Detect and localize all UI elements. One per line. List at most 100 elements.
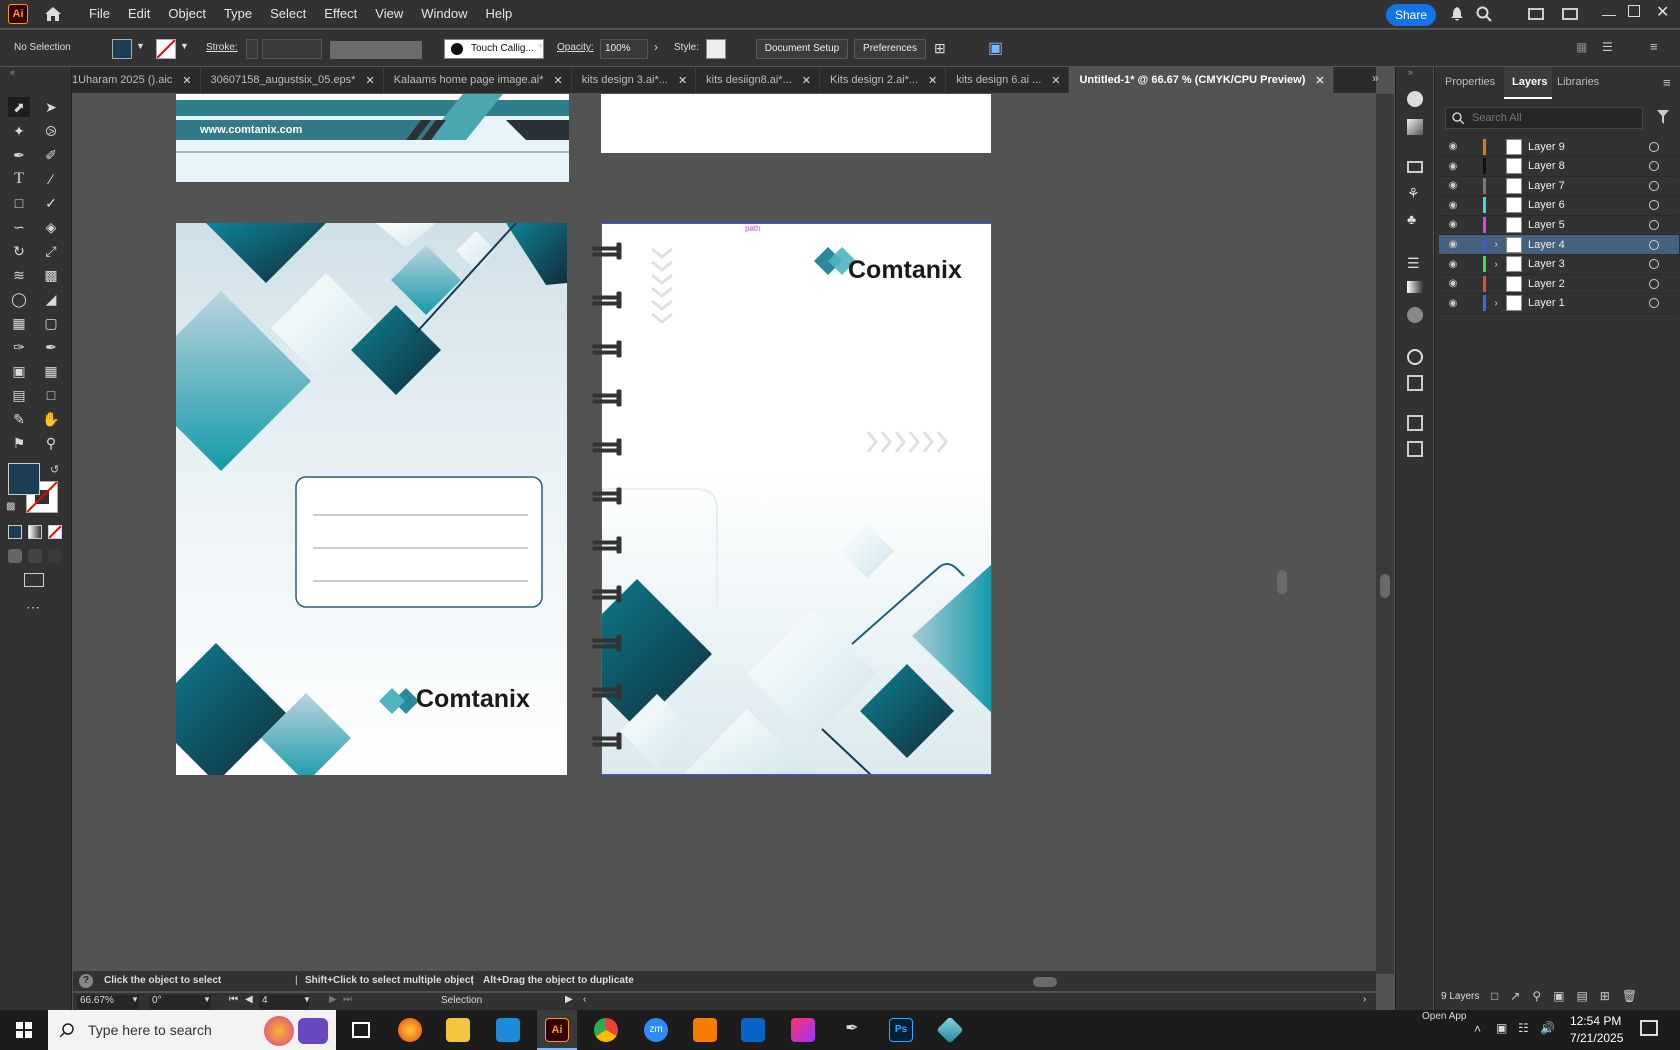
selection-tool-icon[interactable]: ⬈ xyxy=(8,97,30,117)
screen-mode-icon[interactable] xyxy=(24,573,44,587)
vertical-scroll-thumb[interactable] xyxy=(1380,574,1390,598)
fill-color-swatch[interactable] xyxy=(112,39,132,59)
document-tab[interactable]: 1Uharam 2025 ().aic ✕ xyxy=(72,67,201,93)
none-mode-icon[interactable] xyxy=(48,525,62,539)
draw-inside-icon[interactable] xyxy=(48,549,62,563)
creative-cloud-icon[interactable] xyxy=(791,1018,815,1042)
collect-export-icon[interactable]: □ xyxy=(1491,989,1510,1003)
restore-icon[interactable] xyxy=(1628,5,1640,17)
swatches-icon[interactable] xyxy=(1407,161,1423,173)
lasso-tool-icon[interactable]: ⧁ xyxy=(40,121,62,141)
minimize-icon[interactable]: — xyxy=(1602,6,1616,22)
layer-target-icon[interactable] xyxy=(1649,239,1659,250)
hand-tool-icon[interactable]: ✋ xyxy=(40,409,62,429)
chevron-down-icon[interactable]: ▼ xyxy=(131,995,139,1004)
variable-width-profile[interactable] xyxy=(330,41,422,59)
panel-menu-icon[interactable]: ≡ xyxy=(1663,75,1671,90)
scale-tool-icon[interactable]: ⤢ xyxy=(40,241,62,261)
layer-row[interactable]: ◉ › Layer 4 xyxy=(1439,235,1679,255)
document-tab[interactable]: kits desiign8.ai*... ✕ xyxy=(696,67,820,93)
measure-tool-icon[interactable]: ✒ xyxy=(40,337,62,357)
comtanix-app-icon[interactable] xyxy=(936,1016,964,1044)
outlook-icon[interactable] xyxy=(741,1018,765,1042)
distribute-icon[interactable]: ☰ xyxy=(1602,40,1613,54)
layer-name[interactable]: Layer 9 xyxy=(1528,141,1649,153)
color-mode-icon[interactable] xyxy=(8,525,22,539)
graphic-style-swatch[interactable] xyxy=(706,39,726,59)
opacity-input[interactable]: 100% xyxy=(600,39,648,59)
tray-app-icon[interactable]: ▣ xyxy=(1496,1021,1507,1035)
menu-file[interactable]: File xyxy=(80,0,119,28)
workspace-icon[interactable] xyxy=(1562,8,1578,20)
horizontal-scroll-thumb[interactable] xyxy=(1033,977,1057,987)
line-tool-icon[interactable]: ∕ xyxy=(40,169,62,189)
menu-window[interactable]: Window xyxy=(412,0,476,28)
layer-row[interactable]: ◉ Layer 7 xyxy=(1439,176,1679,197)
close-tab-icon[interactable]: ✕ xyxy=(928,74,937,87)
rotate-view-tool-icon[interactable]: ⚑ xyxy=(8,433,30,453)
clock-time[interactable]: 12:54 PM xyxy=(1570,1014,1621,1028)
delete-layer-icon[interactable]: 🗑 xyxy=(1622,989,1649,1003)
layer-name[interactable]: Layer 4 xyxy=(1528,239,1649,251)
pen-tool-icon[interactable]: ✒ xyxy=(8,145,30,165)
chrome-icon[interactable] xyxy=(594,1018,618,1042)
tab-layers[interactable]: Layers xyxy=(1512,76,1547,88)
layer-target-icon[interactable] xyxy=(1649,161,1659,172)
new-layer-icon[interactable]: ⊞ xyxy=(1600,989,1622,1003)
graphic-styles-icon[interactable] xyxy=(1407,375,1423,391)
fill-swatch-front[interactable] xyxy=(8,463,40,495)
filter-icon[interactable] xyxy=(1657,110,1669,127)
last-artboard-icon[interactable]: ⏭ xyxy=(343,994,352,1005)
shaper-tool-icon[interactable]: ∽ xyxy=(8,217,30,237)
windows-start-icon[interactable] xyxy=(16,1022,32,1041)
layer-name[interactable]: Layer 7 xyxy=(1528,180,1649,192)
draw-behind-icon[interactable] xyxy=(28,549,42,563)
volume-icon[interactable]: 🔊 xyxy=(1540,1021,1555,1035)
close-tab-icon[interactable]: ✕ xyxy=(365,74,374,87)
artboards-icon[interactable] xyxy=(1407,441,1423,457)
make-clipping-mask-icon[interactable]: ▣ xyxy=(1553,989,1576,1003)
share-button[interactable]: Share xyxy=(1386,4,1436,26)
gradient-panel-icon[interactable] xyxy=(1407,281,1423,293)
menu-type[interactable]: Type xyxy=(215,0,261,28)
close-icon[interactable]: ✕ xyxy=(1656,2,1669,22)
close-tab-icon[interactable]: ✕ xyxy=(1315,74,1324,87)
document-tab[interactable]: kits design 3.ai*... ✕ xyxy=(572,67,697,93)
stroke-weight-input[interactable] xyxy=(262,39,322,59)
rotate-tool-icon[interactable]: ↻ xyxy=(8,241,30,261)
color-guide-icon[interactable] xyxy=(1407,119,1423,135)
arrange-icon[interactable]: ▦ xyxy=(1576,40,1587,54)
clock-date[interactable]: 7/21/2025 xyxy=(1570,1031,1623,1045)
firefox-icon[interactable] xyxy=(398,1018,422,1042)
artboard-tool-icon[interactable]: □ xyxy=(40,385,62,405)
close-tab-icon[interactable]: ✕ xyxy=(554,74,563,87)
layer-target-icon[interactable] xyxy=(1649,259,1659,270)
tab-properties[interactable]: Properties xyxy=(1445,76,1495,88)
xampp-icon[interactable] xyxy=(693,1018,717,1042)
menu-edit[interactable]: Edit xyxy=(119,0,159,28)
close-tab-icon[interactable]: ✕ xyxy=(182,74,191,87)
next-artboard-icon[interactable]: ▶ xyxy=(329,994,337,1005)
visibility-eye-icon[interactable]: ◉ xyxy=(1445,219,1461,230)
artboard-notebook-spiral[interactable]: Comtanix xyxy=(601,223,992,775)
document-tab[interactable]: Kits design 2.ai*... ✕ xyxy=(820,67,947,93)
default-colors-icon[interactable]: ▩ xyxy=(6,501,15,512)
vscode-icon[interactable] xyxy=(496,1018,520,1042)
artboard-notebook-front[interactable]: Comtanix xyxy=(176,223,567,775)
chevron-down-icon[interactable]: ▼ xyxy=(180,41,189,51)
visibility-eye-icon[interactable]: ◉ xyxy=(1445,200,1461,211)
prev-artboard-icon[interactable]: ◀ xyxy=(245,994,253,1005)
curvature-tool-icon[interactable]: ✐ xyxy=(40,145,62,165)
zoom-icon[interactable]: zm xyxy=(644,1018,668,1042)
draw-normal-icon[interactable] xyxy=(8,549,22,563)
layers-search-input[interactable]: Search All xyxy=(1445,107,1643,129)
swap-colors-icon[interactable]: ↺ xyxy=(50,463,59,476)
visibility-eye-icon[interactable]: ◉ xyxy=(1445,161,1461,172)
layer-name[interactable]: Layer 5 xyxy=(1528,219,1649,231)
tab-libraries[interactable]: Libraries xyxy=(1557,76,1599,88)
layer-target-icon[interactable] xyxy=(1649,141,1659,152)
symbols-icon[interactable]: ♣ xyxy=(1407,211,1416,227)
free-transform-tool-icon[interactable]: ▩ xyxy=(40,265,62,285)
symbol-sprayer-tool-icon[interactable]: ▦ xyxy=(40,361,62,381)
layer-target-icon[interactable] xyxy=(1649,180,1659,191)
